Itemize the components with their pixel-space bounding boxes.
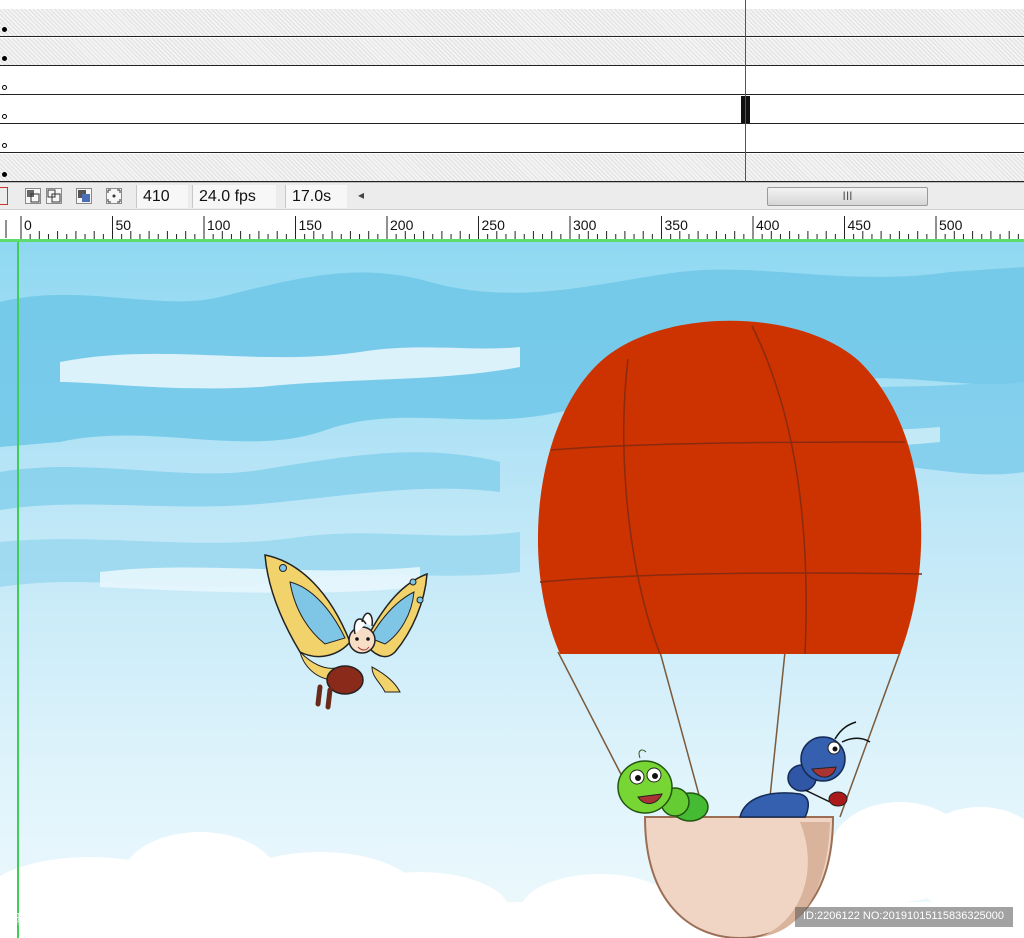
ruler-label: 200 <box>390 217 414 233</box>
timeline-layer-row[interactable] <box>0 96 1024 124</box>
stage-artwork <box>0 267 1024 938</box>
ruler-label: 450 <box>848 217 872 233</box>
onion-skin-icon[interactable] <box>25 188 41 204</box>
playhead[interactable] <box>745 0 746 182</box>
timeline-status-bar: 410 24.0 fps 17.0s ◂ III <box>0 182 1024 210</box>
empty-keyframe-dot-icon[interactable] <box>2 143 7 148</box>
scroll-left-arrow-icon[interactable]: ◂ <box>358 188 364 202</box>
current-frame-field[interactable]: 410 <box>136 185 188 208</box>
timeline-layer-row[interactable] <box>0 38 1024 66</box>
id-watermark-right: ID:2206122 NO:20191015115836325000 <box>803 910 1005 922</box>
vertical-guide-line[interactable] <box>17 242 19 938</box>
green-caterpillar <box>617 749 709 822</box>
frame-rate-field[interactable]: 24.0 fps <box>192 185 276 208</box>
ruler-label: 400 <box>756 217 780 233</box>
stage-canvas[interactable]: 昵图网 www.nipic.com ID:2206122 NO:20191015… <box>0 242 1024 938</box>
empty-keyframe-dot-icon[interactable] <box>2 114 7 119</box>
ruler-label: 50 <box>116 217 132 233</box>
modify-markers-icon[interactable] <box>106 188 122 204</box>
timeline-layer-row[interactable] <box>0 125 1024 153</box>
ruler-label: 0 <box>24 217 32 233</box>
keyframe-dot-icon[interactable] <box>2 56 7 61</box>
ruler-label: 250 <box>482 217 506 233</box>
ruler-label: 100 <box>207 217 231 233</box>
ruler-label: 300 <box>573 217 597 233</box>
ruler-label: 350 <box>665 217 689 233</box>
hot-air-balloon <box>537 320 923 655</box>
onion-skin-outline-icon[interactable] <box>46 188 62 204</box>
timeline-panel <box>0 0 1024 182</box>
ruler-label: 500 <box>939 217 963 233</box>
ruler-label: 150 <box>299 217 323 233</box>
elapsed-time-field: 17.0s <box>285 185 347 208</box>
ruler-ticks: 0 50 100 150 200 250 300 350 400 450 500 <box>5 216 1019 239</box>
timeline-layer-row[interactable] <box>0 154 1024 182</box>
status-bar-left-edge <box>0 187 8 205</box>
timeline-layer-row[interactable] <box>0 9 1024 37</box>
empty-keyframe-dot-icon[interactable] <box>2 85 7 90</box>
stage-ruler: 0 50 100 150 200 250 300 350 400 450 500 <box>0 210 1024 240</box>
scroll-thumb-grip: III <box>842 189 853 203</box>
edit-multiple-frames-icon[interactable] <box>76 188 92 204</box>
horizontal-scrollbar-thumb[interactable]: III <box>767 187 928 206</box>
nipic-watermark-left: 昵图网 www.nipic.com <box>14 911 153 927</box>
balloon-ropes <box>557 651 901 818</box>
keyframe-dot-icon[interactable] <box>2 172 7 177</box>
keyframe-dot-icon[interactable] <box>2 27 7 32</box>
blue-ant <box>739 721 871 818</box>
timeline-layer-row[interactable] <box>0 67 1024 95</box>
